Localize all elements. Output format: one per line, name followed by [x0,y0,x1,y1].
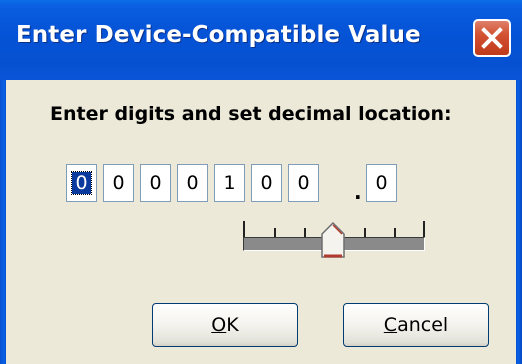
window-border-left [0,80,6,364]
digit-box-5[interactable]: 1 [214,164,245,202]
title-bar[interactable]: Enter Device-Compatible Value [0,0,522,80]
digit-box-1[interactable]: 0 [66,164,97,202]
digit-box-8[interactable]: 0 [366,164,397,202]
digit-box-4[interactable]: 0 [177,164,208,202]
digit-box-3[interactable]: 0 [140,164,171,202]
ok-button[interactable]: OK [152,303,298,347]
digit-box-2[interactable]: 0 [103,164,134,202]
window-border-right [516,80,522,364]
decimal-point: . [354,180,362,204]
window-title: Enter Device-Compatible Value [16,22,421,48]
slider-thumb[interactable] [320,222,346,260]
cancel-button[interactable]: Cancel [343,303,489,347]
digit-box-7[interactable]: 0 [288,164,319,202]
instruction-label: Enter digits and set decimal location: [50,103,452,125]
close-button[interactable] [473,19,511,57]
close-icon [481,27,503,49]
digit-box-6[interactable]: 0 [251,164,282,202]
